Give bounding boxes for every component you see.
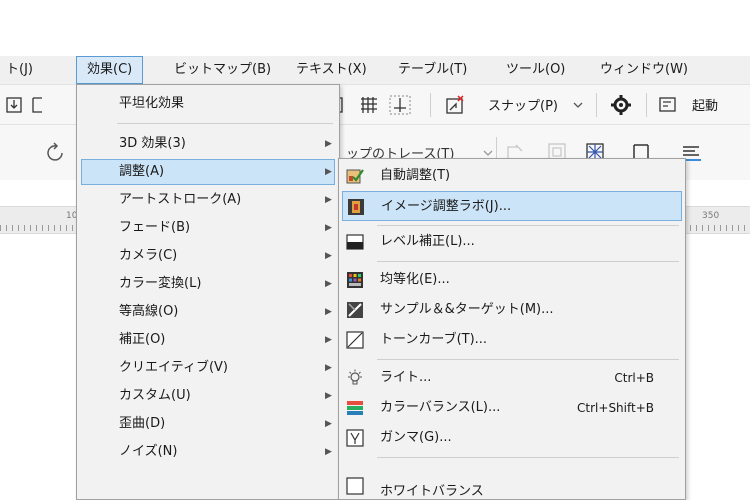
submenu-arrow-icon: ▶	[325, 447, 332, 457]
menu-item-custom[interactable]: カスタム(U) ▶	[81, 383, 335, 409]
menu-item-creative[interactable]: クリエイティブ(V) ▶	[81, 355, 335, 381]
menu-item-camera[interactable]: カメラ(C) ▶	[81, 243, 335, 269]
submenu-item-equalize[interactable]: 均等化(E)...	[342, 265, 682, 295]
submenu-item-auto-adjust[interactable]: 自動調整(T)	[342, 161, 682, 191]
menu-item-label: アートストローク(A)	[119, 192, 242, 207]
submenu-arrow-icon: ▶	[325, 307, 332, 317]
submenu-item-label: 均等化(E)...	[380, 272, 450, 287]
ruler-label-right: 350	[702, 211, 720, 221]
submenu-item-label: ガンマ(G)...	[380, 430, 452, 445]
menu-separator	[377, 261, 679, 262]
menu-item-label: 平坦化効果	[119, 96, 185, 111]
submenu-item-label: ホワイトバランス	[380, 484, 484, 499]
menu-item-art-stroke[interactable]: アートストローク(A) ▶	[81, 187, 335, 213]
menu-separator	[377, 457, 679, 458]
menu-item-label: カスタム(U)	[119, 388, 191, 403]
snap-dropdown[interactable]: スナップ(P)	[488, 95, 558, 114]
menu-item-fade[interactable]: フェード(B) ▶	[81, 215, 335, 241]
submenu-item-image-adjustment-lab[interactable]: イメージ調整ラボ(J)...	[342, 191, 682, 221]
menu-item-label: 3D 効果(3)	[119, 136, 186, 151]
submenu-arrow-icon: ▶	[325, 391, 332, 401]
submenu-arrow-icon: ▶	[325, 251, 332, 261]
submenu-arrow-icon: ▶	[325, 195, 332, 205]
export-icon[interactable]	[30, 95, 50, 115]
submenu-item-label: 自動調整(T)	[380, 168, 451, 183]
menu-item-noise[interactable]: ノイズ(N) ▶	[81, 439, 335, 465]
auto-adjust-icon	[346, 169, 364, 184]
menu-item-color-transform[interactable]: カラー変換(L) ▶	[81, 271, 335, 297]
grid-icon[interactable]	[358, 94, 380, 116]
menu-item-contour[interactable]: 等高線(O) ▶	[81, 299, 335, 325]
submenu-arrow-icon: ▶	[325, 223, 332, 233]
chevron-down-icon[interactable]	[572, 99, 584, 111]
menu-separator	[377, 359, 679, 360]
gamma-icon	[346, 429, 364, 447]
menu-item-correction[interactable]: 補正(O) ▶	[81, 327, 335, 353]
toolbar-separator	[596, 93, 597, 117]
submenu-item-color-balance[interactable]: カラーバランス(L)... Ctrl+Shift+B	[342, 393, 682, 423]
submenu-item-label: サンプル＆&ターゲット(M)...	[380, 302, 554, 317]
submenu-arrow-icon: ▶	[325, 363, 332, 373]
submenu-arrow-icon: ▶	[325, 139, 332, 149]
menu-window[interactable]: ウィンドウ(W)	[600, 56, 688, 84]
menu-bar: ト(J) 効果(C) ビットマップ(B) テキスト(X) テーブル(T) ツール…	[0, 56, 750, 84]
effects-menu: 平坦化効果 3D 効果(3) ▶ 調整(A) ▶ アートストローク(A) ▶ フ…	[76, 84, 340, 500]
menu-separator	[117, 123, 333, 124]
rotate-icon[interactable]	[44, 141, 68, 165]
menu-tools[interactable]: ツール(O)	[506, 56, 565, 84]
submenu-item-white-balance[interactable]: ホワイトバランス	[342, 463, 682, 499]
equalize-icon	[347, 272, 363, 288]
menu-item-label: 等高線(O)	[119, 304, 179, 319]
menu-item-label: カラー変換(L)	[119, 276, 202, 291]
menu-separator	[377, 225, 679, 226]
launch-label[interactable]: 起動	[692, 95, 718, 114]
submenu-item-tone-curve[interactable]: トーンカーブ(T)...	[342, 325, 682, 355]
menu-item-label: カメラ(C)	[119, 248, 178, 263]
toolbar-separator	[430, 93, 431, 117]
submenu-arrow-icon: ▶	[325, 335, 332, 345]
menu-item-3d-effects[interactable]: 3D 効果(3) ▶	[81, 131, 335, 157]
submenu-item-label: イメージ調整ラボ(J)...	[381, 199, 512, 214]
shortcut-label: Ctrl+Shift+B	[577, 401, 654, 415]
menu-item-flatten-effects[interactable]: 平坦化効果	[81, 91, 335, 117]
menu-item-label: 補正(O)	[119, 332, 166, 347]
submenu-item-level-correction[interactable]: レベル補正(L)...	[342, 227, 682, 257]
white-balance-icon	[346, 477, 364, 495]
submenu-item-label: トーンカーブ(T)...	[380, 332, 488, 347]
tone-curve-icon	[346, 331, 364, 349]
menu-item-adjust[interactable]: 調整(A) ▶	[81, 159, 335, 185]
menu-item-label: 歪曲(D)	[119, 416, 166, 431]
submenu-arrow-icon: ▶	[325, 279, 332, 289]
menu-text[interactable]: テキスト(X)	[296, 56, 367, 84]
adjust-submenu: 自動調整(T) イメージ調整ラボ(J)... レベル補正(L)... 均等化(E…	[338, 158, 686, 500]
image-adjust-lab-icon	[348, 199, 364, 215]
menu-item-distort[interactable]: 歪曲(D) ▶	[81, 411, 335, 437]
menu-item-label: 調整(A)	[119, 164, 165, 179]
menu-item-label: フェード(B)	[119, 220, 191, 235]
submenu-item-light[interactable]: ライト... Ctrl+B	[342, 363, 682, 393]
menu-layout[interactable]: ト(J)	[6, 56, 33, 84]
submenu-item-gamma[interactable]: ガンマ(G)...	[342, 423, 682, 453]
import-icon[interactable]	[4, 95, 24, 115]
menu-effects[interactable]: 効果(C)	[76, 56, 144, 84]
gear-icon[interactable]	[610, 94, 632, 116]
level-correction-icon	[346, 234, 364, 250]
toolbar-separator	[646, 93, 647, 117]
submenu-item-sample-target[interactable]: サンプル＆&ターゲット(M)...	[342, 295, 682, 325]
guideline-icon[interactable]	[388, 94, 412, 116]
snap-icon[interactable]	[444, 94, 466, 116]
submenu-arrow-icon: ▶	[325, 167, 332, 177]
shortcut-label: Ctrl+B	[614, 371, 654, 385]
menu-bitmap[interactable]: ビットマップ(B)	[174, 56, 271, 84]
menu-item-label: クリエイティブ(V)	[119, 360, 228, 375]
launcher-icon[interactable]	[658, 95, 678, 115]
menu-table[interactable]: テーブル(T)	[398, 56, 467, 84]
submenu-item-label: レベル補正(L)...	[380, 234, 475, 249]
submenu-arrow-icon: ▶	[325, 419, 332, 429]
sample-target-icon	[347, 302, 363, 318]
menu-item-label: ノイズ(N)	[119, 444, 178, 459]
